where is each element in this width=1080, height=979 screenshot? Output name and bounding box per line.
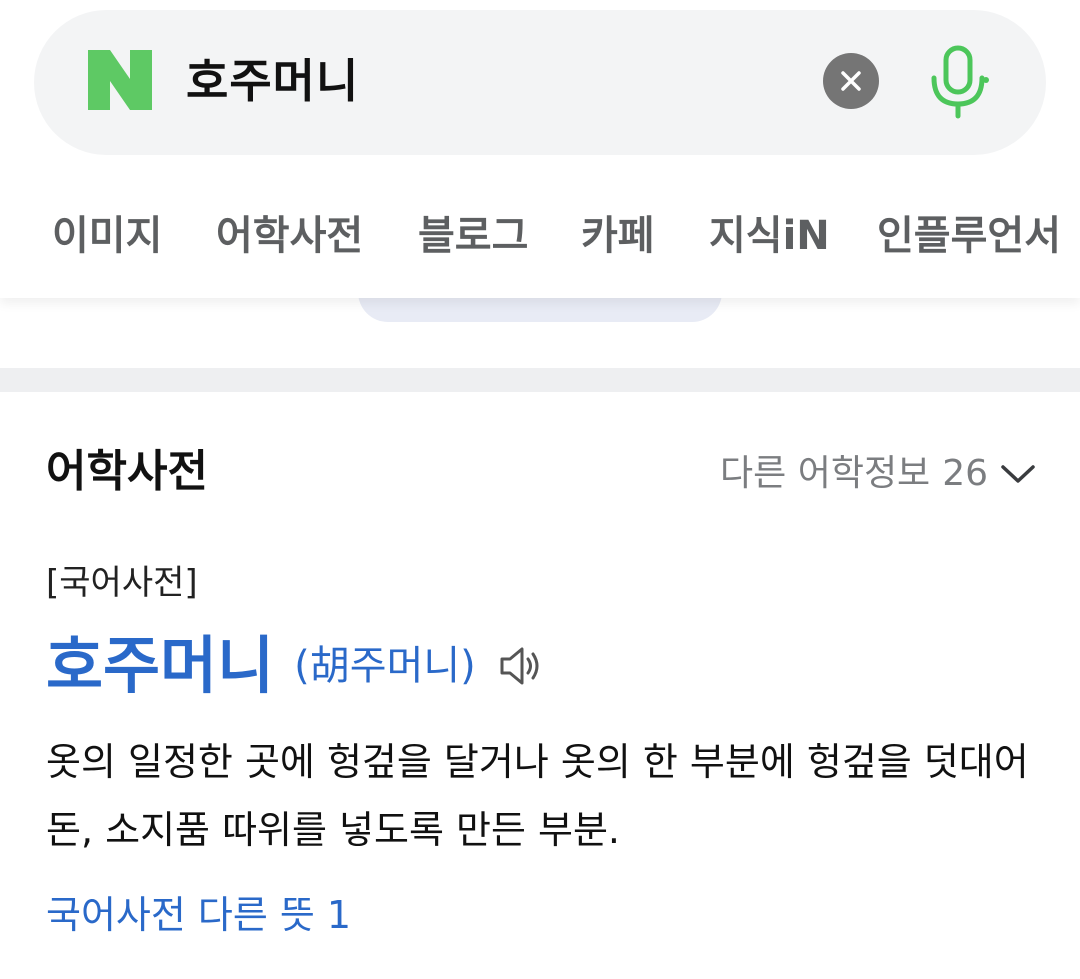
more-language-info-button[interactable]: 다른 어학정보 26 bbox=[720, 448, 1036, 500]
close-icon bbox=[841, 71, 861, 91]
chevron-down-icon bbox=[1001, 465, 1035, 483]
tab-dictionary[interactable]: 어학사전 bbox=[216, 212, 363, 260]
other-meanings-label: 국어사전 다른 뜻 bbox=[46, 893, 315, 937]
microphone-icon[interactable] bbox=[926, 44, 990, 120]
section-title: 어학사전 bbox=[46, 446, 208, 497]
entry-headword-link[interactable]: 호주머니 bbox=[46, 626, 274, 706]
search-tabs: 이미지 어학사전 블로그 카페 지식iN 인플루언서 bbox=[0, 190, 1080, 280]
naver-logo-icon[interactable] bbox=[88, 50, 152, 110]
search-input[interactable]: 호주머니 bbox=[186, 52, 359, 110]
tab-cafe[interactable]: 카페 bbox=[581, 212, 655, 260]
clear-button[interactable] bbox=[823, 53, 879, 109]
other-meanings-link[interactable]: 국어사전 다른 뜻1 bbox=[46, 888, 351, 942]
section-divider bbox=[0, 368, 1080, 392]
entry-header: 호주머니 (胡주머니) bbox=[46, 626, 544, 706]
tab-blog[interactable]: 블로그 bbox=[418, 212, 528, 260]
tab-influencer[interactable]: 인플루언서 bbox=[877, 212, 1061, 260]
entry-hanja: (胡주머니) bbox=[294, 643, 476, 689]
tab-images[interactable]: 이미지 bbox=[52, 212, 162, 260]
entry-definition: 옷의 일정한 곳에 헝겊을 달거나 옷의 한 부분에 헝겊을 덧대어 돈, 소지… bbox=[46, 740, 1029, 852]
speaker-icon[interactable] bbox=[498, 643, 544, 689]
search-header: 호주머니 이미지 어학사전 블로그 카페 지식iN 인플루언서 bbox=[0, 0, 1080, 298]
tab-knowledge-in[interactable]: 지식iN bbox=[709, 212, 830, 260]
more-info-label: 다른 어학정보 bbox=[720, 453, 931, 494]
more-info-count: 26 bbox=[942, 453, 988, 494]
dictionary-source-label: [국어사전] bbox=[46, 563, 198, 603]
other-meanings-count: 1 bbox=[326, 893, 352, 937]
